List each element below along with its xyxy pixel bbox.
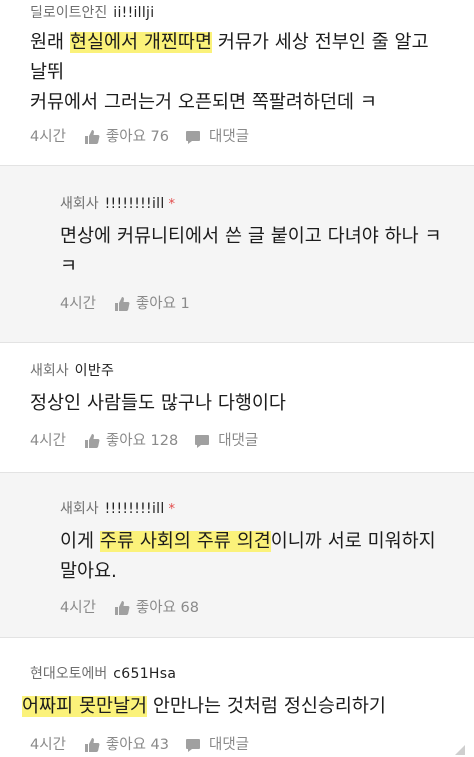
comment-footer: 4시간 좋아요 128 대댓글 <box>30 431 258 451</box>
author-company[interactable]: 새회사 <box>60 501 99 517</box>
comment-line: 정상인 사람들도 많구나 다행이다 <box>30 389 286 419</box>
speech-bubble-icon[interactable] <box>185 737 201 753</box>
comment-footer: 4시간 좋아요 76 대댓글 <box>30 127 249 147</box>
comment-time: 4시간 <box>30 433 66 449</box>
comment-body: 이게 주류 사회의 주류 의견이니까 서로 미워하지말아요. <box>60 527 436 587</box>
comment-line: 말아요. <box>60 557 436 587</box>
reply-button[interactable]: 대댓글 <box>218 431 258 451</box>
author-company[interactable]: 딜로이트안진 <box>30 5 107 21</box>
reply-button[interactable]: 대댓글 <box>209 127 249 147</box>
author-company[interactable]: 현대오토에버 <box>30 666 107 682</box>
author-nickname[interactable]: c651Hsa <box>113 666 176 682</box>
comment-time: 4시간 <box>60 600 96 616</box>
author-badge-star: * <box>168 502 176 517</box>
author-badge-star: * <box>168 197 176 212</box>
comment-author: 새회사 !!!!!!!!ill * <box>60 499 175 520</box>
highlighted-text: 주류 사회의 주류 의견 <box>99 531 271 552</box>
thumbs-up-icon[interactable] <box>84 433 100 449</box>
comment-item: 현대오토에버 c651Hsa 어짜피 못만날거 안만나는 것처럼 정신승리하기 4… <box>0 638 474 757</box>
comment-item: 새회사 이반주 정상인 사람들도 많구나 다행이다 4시간 좋아요 128 대댓글 <box>0 343 474 472</box>
thumbs-up-icon[interactable] <box>114 296 130 312</box>
comment-author: 딜로이트안진 ii!!illji <box>30 3 154 23</box>
comment-author: 새회사 이반주 <box>30 361 114 381</box>
like-count[interactable]: 좋아요 1 <box>136 294 190 314</box>
author-nickname[interactable]: !!!!!!!!ill <box>105 196 165 212</box>
comment-author: 현대오토에버 c651Hsa <box>30 664 176 684</box>
comment-line: ㅋ <box>60 252 442 282</box>
comment-item: 딜로이트안진 ii!!illji 원래 현실에서 개찐따면 커뮤가 세상 전부인 … <box>0 0 474 165</box>
comment-text: 커뮤가 세상 전부인 줄 알고 <box>211 32 429 53</box>
comment-line: 날뛰 <box>30 58 429 88</box>
like-count[interactable]: 좋아요 43 <box>106 735 169 755</box>
thumbs-up-icon[interactable] <box>84 737 100 753</box>
comment-body: 정상인 사람들도 많구나 다행이다 <box>30 389 286 419</box>
comment-text: 말아요. <box>60 561 117 582</box>
comment-body: 어짜피 못만날거 안만나는 것처럼 정신승리하기 <box>22 692 386 722</box>
reply-item: 새회사 !!!!!!!!ill * 면상에 커뮤니티에서 쓴 글 붙이고 다녀야 하… <box>0 166 474 342</box>
comment-text: 면상에 커뮤니티에서 쓴 글 붙이고 다녀야 하나 ㅋ <box>60 226 442 247</box>
comment-line: 이게 주류 사회의 주류 의견이니까 서로 미워하지 <box>60 527 436 557</box>
comment-text: 안만나는 것처럼 정신승리하기 <box>147 696 386 717</box>
comment-text: ㅋ <box>60 256 78 277</box>
comment-footer: 4시간 좋아요 43 대댓글 <box>30 735 249 755</box>
comment-time: 4시간 <box>30 737 66 753</box>
comment-line: 면상에 커뮤니티에서 쓴 글 붙이고 다녀야 하나 ㅋ <box>60 222 442 252</box>
highlighted-text: 어짜피 못만날거 <box>22 696 148 717</box>
comment-time: 4시간 <box>60 296 96 312</box>
reply-button[interactable]: 대댓글 <box>209 735 249 755</box>
comment-body: 면상에 커뮤니티에서 쓴 글 붙이고 다녀야 하나 ㅋㅋ <box>60 222 442 282</box>
comment-text: 날뛰 <box>30 62 65 83</box>
comment-line: 원래 현실에서 개찐따면 커뮤가 세상 전부인 줄 알고 <box>30 28 429 58</box>
reply-item: 새회사 !!!!!!!!ill * 이게 주류 사회의 주류 의견이니까 서로 미워… <box>0 473 474 637</box>
comment-text: 커뮤에서 그러는거 오픈되면 쪽팔려하던데 ㅋ <box>30 92 377 113</box>
comment-line: 커뮤에서 그러는거 오픈되면 쪽팔려하던데 ㅋ <box>30 88 429 118</box>
comment-time: 4시간 <box>30 129 66 145</box>
author-company[interactable]: 새회사 <box>60 196 99 212</box>
comment-footer: 4시간 좋아요 1 <box>60 294 206 314</box>
like-count[interactable]: 좋아요 128 <box>106 431 178 451</box>
author-nickname[interactable]: !!!!!!!!ill <box>105 501 165 517</box>
comment-text: 정상인 사람들도 많구나 다행이다 <box>30 393 286 414</box>
corner-arrow-icon <box>454 741 466 755</box>
like-count[interactable]: 좋아요 76 <box>106 127 169 147</box>
author-nickname[interactable]: 이반주 <box>75 363 115 379</box>
comment-text: 원래 <box>30 32 70 53</box>
comment-text: 이니까 서로 미워하지 <box>270 531 436 552</box>
thumbs-up-icon[interactable] <box>84 129 100 145</box>
author-nickname[interactable]: ii!!illji <box>113 5 154 21</box>
author-company[interactable]: 새회사 <box>30 363 69 379</box>
comment-body: 원래 현실에서 개찐따면 커뮤가 세상 전부인 줄 알고날뛰커뮤에서 그러는거 … <box>30 28 429 118</box>
comment-text: 이게 <box>60 531 100 552</box>
like-count[interactable]: 좋아요 68 <box>136 598 199 618</box>
comment-footer: 4시간 좋아요 68 <box>60 598 215 618</box>
thumbs-up-icon[interactable] <box>114 600 130 616</box>
speech-bubble-icon[interactable] <box>194 433 210 449</box>
comment-author: 새회사 !!!!!!!!ill * <box>60 194 175 215</box>
comment-line: 어짜피 못만날거 안만나는 것처럼 정신승리하기 <box>22 692 386 722</box>
speech-bubble-icon[interactable] <box>185 129 201 145</box>
highlighted-text: 현실에서 개찐따면 <box>69 32 212 53</box>
